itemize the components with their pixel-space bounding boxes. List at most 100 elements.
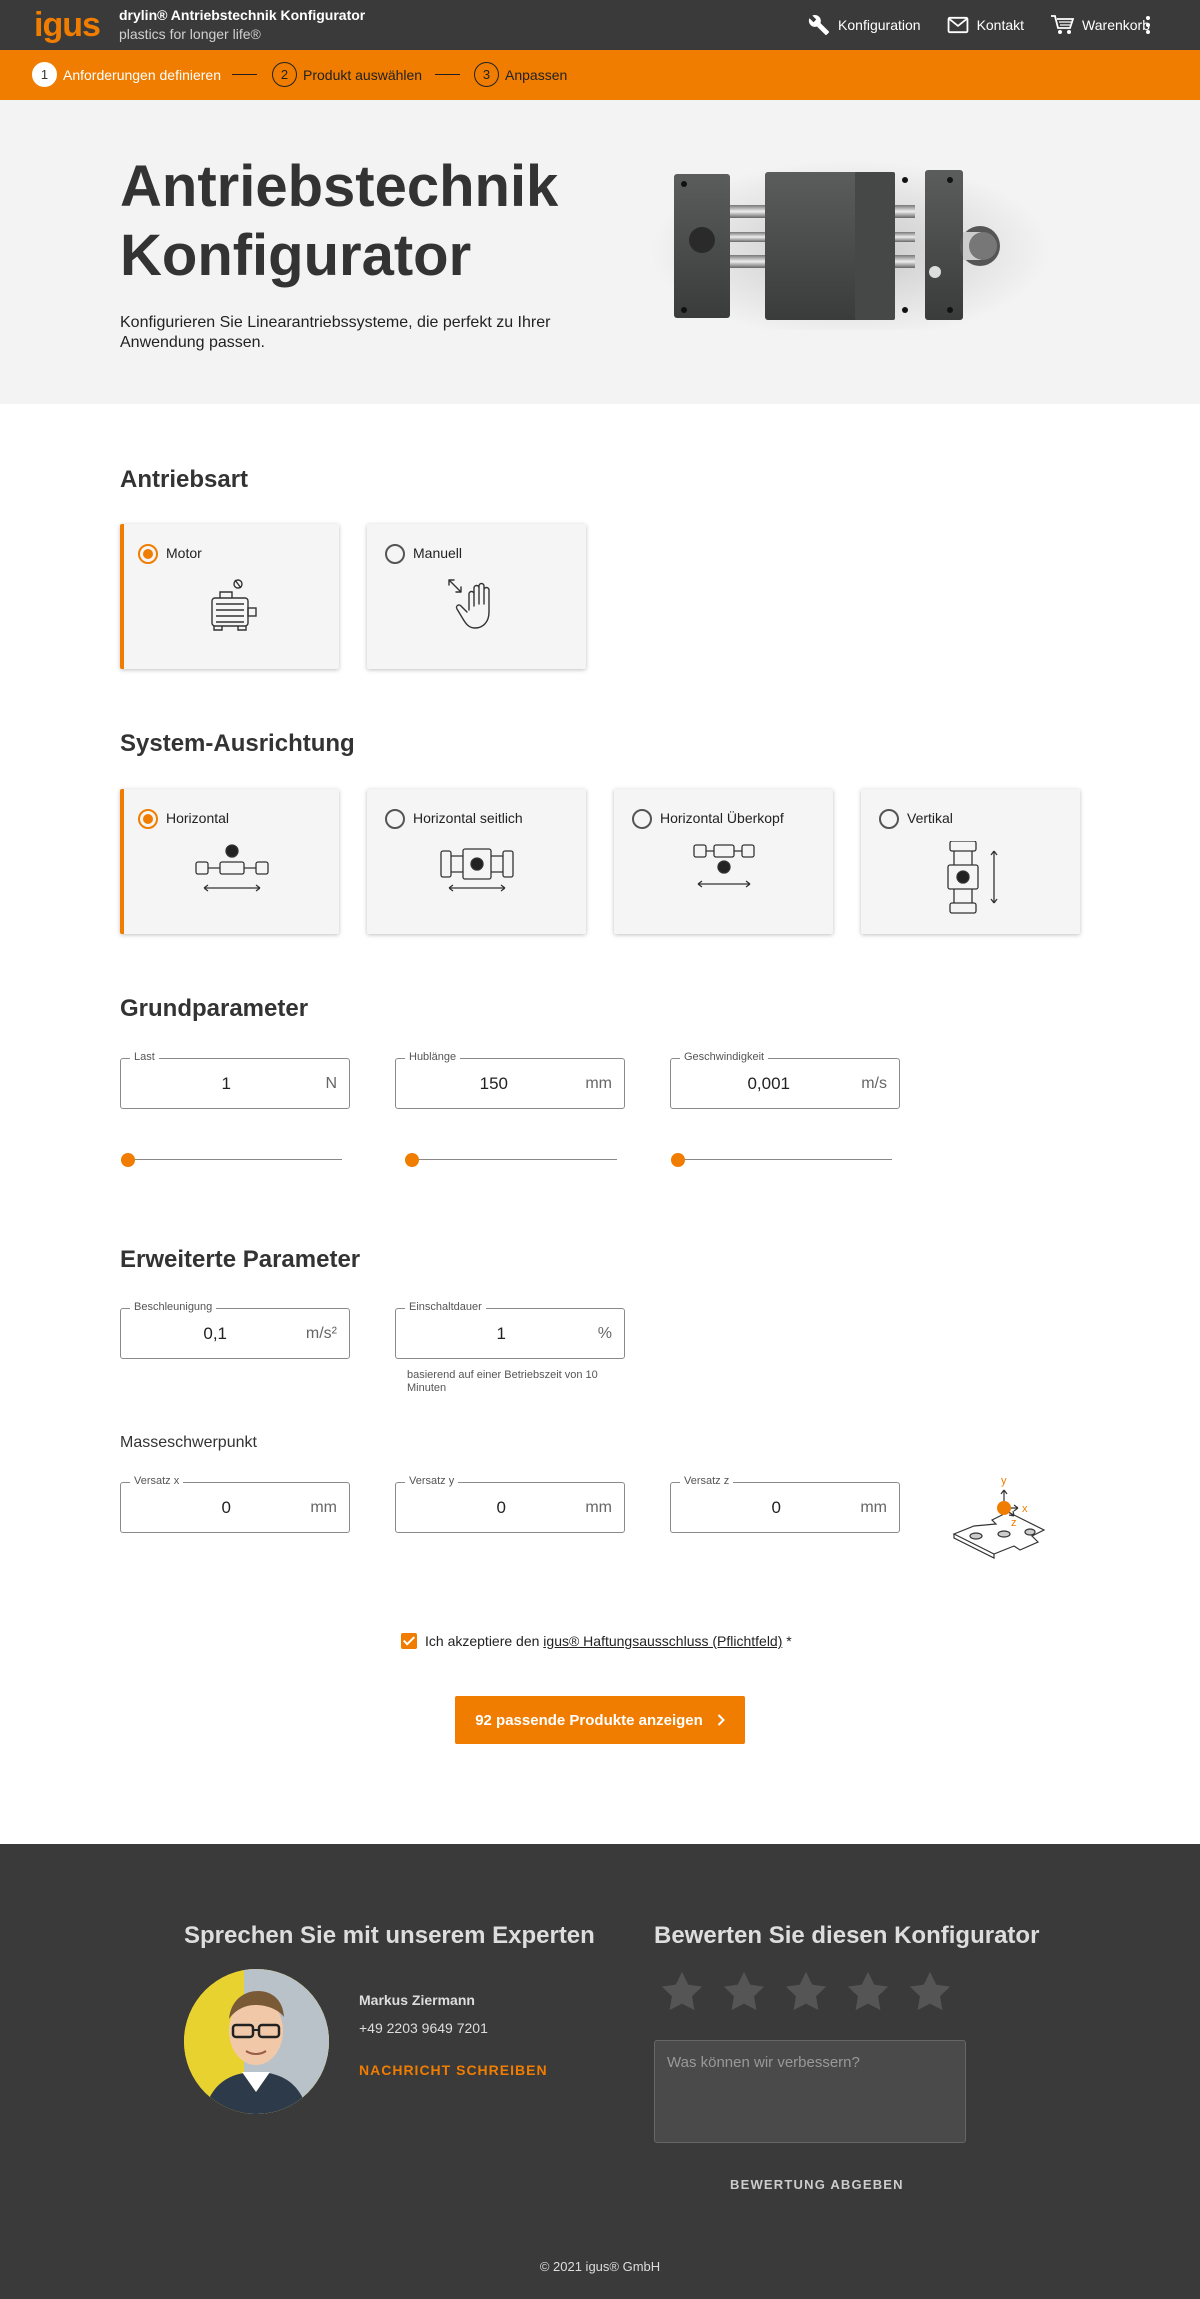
consent-checkbox[interactable] — [401, 1633, 417, 1649]
section-title-erweitert: Erweiterte Parameter — [120, 1246, 361, 1273]
offset-y-field[interactable]: Versatz y 0 mm — [395, 1475, 625, 1533]
step-2[interactable]: 2 Produkt auswählen — [272, 62, 422, 87]
option-label: Horizontal seitlich — [413, 810, 523, 826]
duty-cycle-field[interactable]: Einschaltdauer 1 % — [395, 1301, 625, 1359]
speed-field[interactable]: Geschwindigkeit 0,001 m/s — [670, 1051, 900, 1109]
center-of-mass-title: Masseschwerpunkt — [120, 1434, 257, 1451]
submit-rating-button[interactable]: BEWERTUNG ABGEBEN — [730, 2177, 904, 2192]
option-horizontal[interactable]: Horizontal — [120, 789, 339, 934]
radio-button[interactable] — [138, 544, 158, 564]
acceleration-field[interactable]: Beschleunigung 0,1 m/s² — [120, 1301, 350, 1359]
field-value[interactable]: 1 — [121, 1074, 231, 1094]
section-title-grundparameter: Grundparameter — [120, 995, 309, 1022]
feedback-textarea[interactable]: Was können wir verbessern? — [654, 2040, 966, 2143]
igus-logo[interactable]: igus — [34, 6, 101, 45]
option-label: Motor — [166, 545, 202, 561]
slider-track[interactable] — [671, 1159, 892, 1160]
step-number: 1 — [32, 62, 57, 87]
option-label: Vertikal — [907, 810, 953, 826]
nav-warenkorb[interactable]: Warenkorb — [1050, 14, 1150, 36]
radio-button[interactable] — [138, 809, 158, 829]
slider-thumb[interactable] — [671, 1153, 685, 1167]
section-title-antriebsart: Antriebsart — [120, 466, 249, 493]
radio-button[interactable] — [385, 809, 405, 829]
field-unit: m/s² — [305, 1325, 337, 1342]
nav-kontakt[interactable]: Kontakt — [947, 16, 1024, 34]
step-number: 2 — [272, 62, 297, 87]
star-icon[interactable] — [722, 1970, 766, 2012]
step-label: Anforderungen definieren — [63, 66, 222, 83]
horizontal-overhead-icon — [692, 844, 755, 888]
field-unit: % — [597, 1325, 612, 1342]
speed-slider[interactable] — [671, 1153, 892, 1167]
field-value[interactable]: 0 — [671, 1498, 781, 1518]
field-label: Geschwindigkeit — [680, 1051, 769, 1063]
field-unit: N — [325, 1075, 337, 1092]
expert-phone[interactable]: +49 2203 9649 7201 — [359, 2020, 488, 2036]
star-icon[interactable] — [784, 1970, 828, 2012]
page-title: Antriebstechnik Konfigurator — [120, 154, 559, 288]
stroke-length-field[interactable]: Hublänge 150 mm — [395, 1051, 625, 1109]
field-value[interactable]: 0 — [396, 1498, 506, 1518]
consent-prefix: Ich akzeptiere den — [425, 1633, 544, 1649]
vertical-icon — [946, 841, 998, 914]
option-label: Manuell — [413, 545, 463, 561]
duty-cycle-hint: basierend auf einer Betriebszeit von 10 … — [407, 1369, 598, 1394]
star-icon[interactable] — [908, 1970, 952, 2012]
option-manuell[interactable]: Manuell — [367, 524, 586, 669]
field-value[interactable]: 0,001 — [671, 1074, 790, 1094]
copyright: © 2021 igus® GmbH — [539, 2259, 661, 2274]
option-horizontal-seitlich[interactable]: Horizontal seitlich — [367, 789, 586, 934]
show-products-button[interactable]: 92 passende Produkte anzeigen — [455, 1696, 745, 1744]
app-subtitle: plastics for longer life® — [119, 26, 261, 42]
offset-x-field[interactable]: Versatz x 0 mm — [120, 1475, 350, 1533]
field-value[interactable]: 0 — [121, 1498, 231, 1518]
chevron-right-icon — [717, 1714, 725, 1726]
option-motor[interactable]: Motor — [120, 524, 339, 669]
linear-drive-product-image — [650, 160, 1050, 330]
field-label: Versatz x — [130, 1475, 184, 1487]
hand-icon — [447, 579, 490, 629]
write-message-link[interactable]: NACHRICHT SCHREIBEN — [359, 2062, 548, 2078]
mail-icon — [947, 16, 968, 34]
expert-title: Sprechen Sie mit unserem Experten — [184, 1922, 595, 1949]
slider-thumb[interactable] — [121, 1153, 135, 1167]
wrench-icon — [808, 15, 830, 36]
top-nav: Konfiguration Kontakt Warenkorb — [808, 0, 1150, 50]
nav-label: Warenkorb — [1082, 17, 1150, 33]
field-value[interactable]: 150 — [396, 1074, 508, 1094]
step-3[interactable]: 3 Anpassen — [474, 62, 567, 87]
step-connector — [435, 74, 460, 75]
step-1[interactable]: 1 Anforderungen definieren — [32, 62, 221, 87]
top-header: igus drylin® Antriebstechnik Konfigurato… — [0, 0, 1200, 50]
nav-konfiguration[interactable]: Konfiguration — [808, 14, 921, 36]
field-unit: mm — [860, 1499, 887, 1516]
disclaimer-link[interactable]: igus® Haftungsausschluss (Pflichtfeld) — [543, 1633, 782, 1649]
slider-thumb[interactable] — [405, 1153, 419, 1167]
field-value[interactable]: 1 — [396, 1324, 506, 1344]
offset-z-field[interactable]: Versatz z 0 mm — [670, 1475, 900, 1533]
field-value[interactable]: 0,1 — [121, 1324, 227, 1344]
field-label: Versatz z — [680, 1475, 734, 1487]
field-unit: mm — [310, 1499, 337, 1516]
option-vertikal[interactable]: Vertikal — [861, 789, 1080, 934]
load-field[interactable]: Last 1 N — [120, 1051, 350, 1109]
slider-track[interactable] — [405, 1159, 617, 1160]
stroke-slider[interactable] — [405, 1153, 617, 1167]
star-icon[interactable] — [660, 1970, 704, 2012]
slider-track[interactable] — [121, 1159, 342, 1160]
center-of-mass-diagram: y x z — [952, 1475, 1046, 1559]
load-slider[interactable] — [121, 1153, 342, 1167]
more-menu-icon[interactable] — [1144, 16, 1152, 36]
radio-button[interactable] — [879, 809, 899, 829]
axis-y-label: y — [1001, 1475, 1007, 1487]
star-icon[interactable] — [846, 1970, 890, 2012]
progress-stepper: 1 Anforderungen definieren 2 Produkt aus… — [0, 50, 1200, 100]
button-label: 92 passende Produkte anzeigen — [475, 1711, 703, 1729]
radio-button[interactable] — [632, 809, 652, 829]
field-unit: mm — [585, 1499, 612, 1516]
option-horizontal-ueberkopf[interactable]: Horizontal Überkopf — [614, 789, 833, 934]
radio-button[interactable] — [385, 544, 405, 564]
field-label: Hublänge — [405, 1051, 461, 1063]
option-label: Horizontal Überkopf — [660, 810, 784, 826]
